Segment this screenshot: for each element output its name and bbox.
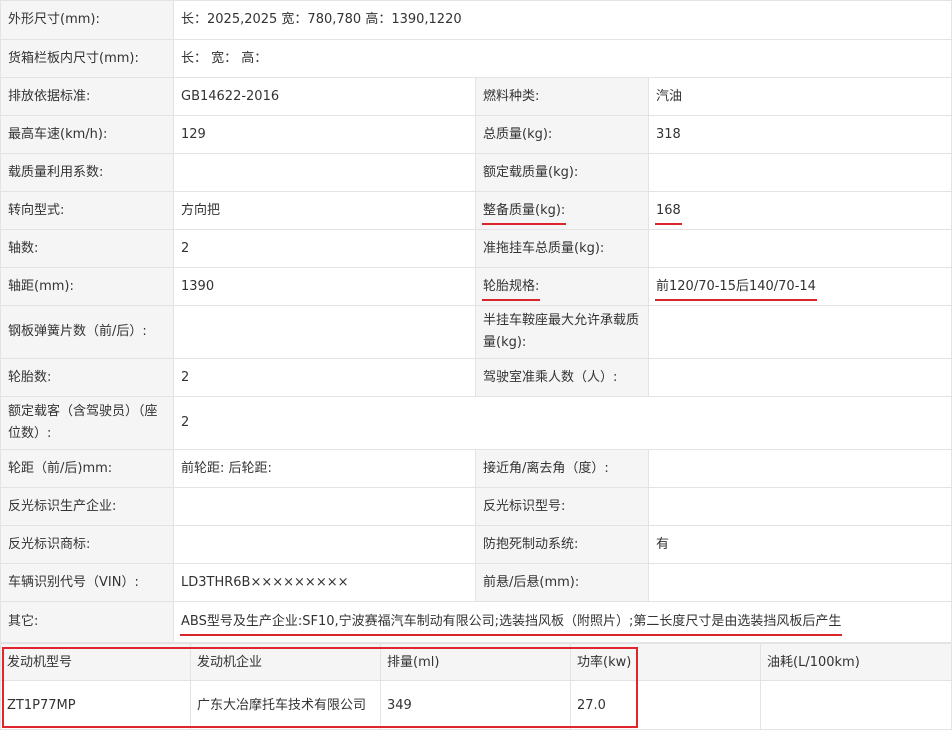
engine-header-power: 功率(kw) [570, 643, 761, 681]
label-reflector-model: 反光标识型号: [475, 487, 649, 526]
engine-header-displacement: 排量(ml) [380, 643, 571, 681]
value-cargo-box-size: 长： 宽： 高： [172, 39, 952, 78]
label-curb-mass: 整备质量(kg): [481, 200, 567, 225]
label-tire-spec: 轮胎规格: [481, 276, 541, 301]
value-max-speed: 129 [173, 115, 476, 154]
table-row: 外形尺寸(mm): 长：2025,2025 宽：780,780 高：1390,1… [0, 0, 952, 40]
label-rated-passengers: 额定载客（含驾驶员）（座位数）: [0, 396, 174, 450]
label-emission-standard: 排放依据标准: [0, 77, 174, 116]
engine-header-maker: 发动机企业 [190, 643, 381, 681]
label-rated-load: 额定载质量(kg): [475, 153, 649, 192]
value-rated-passengers: 2 [172, 396, 952, 450]
value-emission-standard: GB14622-2016 [173, 77, 476, 116]
value-tire-spec: 前120/70-15后140/70-14 [655, 276, 817, 301]
engine-power: 27.0 [570, 680, 761, 730]
label-steering-type: 转向型式: [0, 191, 174, 230]
label-track-width: 轮距（前/后)mm: [0, 449, 174, 488]
table-row: 其它: ABS型号及生产企业:SF10,宁波赛福汽车制动有限公司;选装挡风板（附… [0, 601, 952, 643]
label-cab-occupants: 驾驶室准乘人数（人）: [475, 358, 649, 397]
value-cab-occupants [647, 358, 952, 397]
label-tire-count: 轮胎数: [0, 358, 174, 397]
value-wheelbase: 1390 [173, 267, 476, 306]
table-row: 轮胎数: 2 驾驶室准乘人数（人）: [0, 358, 952, 397]
value-leaf-springs [173, 305, 476, 359]
label-fuel-type: 燃料种类: [475, 77, 649, 116]
label-vin: 车辆识别代号（VIN）: [0, 563, 174, 602]
table-row: 轴数: 2 准拖挂车总质量(kg): [0, 229, 952, 268]
value-reflector-brand [173, 525, 476, 564]
label-reflector-brand: 反光标识商标: [0, 525, 174, 564]
label-overhang: 前悬/后悬(mm): [475, 563, 649, 602]
value-steering-type: 方向把 [173, 191, 476, 230]
table-row: 转向型式: 方向把 整备质量(kg): 168 [0, 191, 952, 230]
table-row: 最高车速(km/h): 129 总质量(kg): 318 [0, 115, 952, 154]
label-approach-departure-angle: 接近角/离去角（度）: [475, 449, 649, 488]
label-leaf-springs: 钢板弹簧片数（前/后）: [0, 305, 174, 359]
table-row: 反光标识商标: 防抱死制动系统: 有 [0, 525, 952, 564]
table-row: 货箱栏板内尺寸(mm): 长： 宽： 高： [0, 39, 952, 78]
table-row: 轮距（前/后)mm: 前轮距: 后轮距: 接近角/离去角（度）: [0, 449, 952, 488]
label-fifth-wheel-load: 半挂车鞍座最大允许承载质量(kg): [475, 305, 649, 359]
engine-header-fuel-consumption: 油耗(L/100km) [760, 643, 952, 681]
table-row: 车辆识别代号（VIN）: LD3THR6B××××××××× 前悬/后悬(mm)… [0, 563, 952, 602]
label-other: 其它: [0, 601, 174, 643]
engine-model: ZT1P77MP [0, 680, 191, 730]
value-trailer-mass [647, 229, 952, 268]
engine-header-model: 发动机型号 [0, 643, 191, 681]
value-vin: LD3THR6B××××××××× [173, 563, 476, 602]
label-max-speed: 最高车速(km/h): [0, 115, 174, 154]
table-row: 排放依据标准: GB14622-2016 燃料种类: 汽油 [0, 77, 952, 116]
vehicle-spec-table: 外形尺寸(mm): 长：2025,2025 宽：780,780 高：1390,1… [0, 0, 952, 643]
engine-table: 发动机型号 发动机企业 排量(ml) 功率(kw) 油耗(L/100km) ZT… [0, 643, 952, 730]
value-fifth-wheel-load [647, 305, 952, 359]
table-row: 钢板弹簧片数（前/后）: 半挂车鞍座最大允许承载质量(kg): [0, 305, 952, 359]
label-cargo-box-size: 货箱栏板内尺寸(mm): [0, 39, 174, 78]
label-axles: 轴数: [0, 229, 174, 268]
table-row: 发动机型号 发动机企业 排量(ml) 功率(kw) 油耗(L/100km) [0, 643, 952, 681]
label-total-mass: 总质量(kg): [475, 115, 649, 154]
value-rated-load [647, 153, 952, 192]
engine-fuel-consumption [760, 680, 952, 730]
value-curb-mass: 168 [655, 200, 682, 225]
table-row: 额定载客（含驾驶员）（座位数）: 2 [0, 396, 952, 450]
value-axles: 2 [173, 229, 476, 268]
value-abs: 有 [647, 525, 952, 564]
engine-displacement: 349 [380, 680, 571, 730]
value-approach-departure-angle [647, 449, 952, 488]
value-overhang [647, 563, 952, 602]
value-fuel-type: 汽油 [647, 77, 952, 116]
value-dimensions: 长：2025,2025 宽：780,780 高：1390,1220 [172, 0, 952, 40]
value-load-factor [173, 153, 476, 192]
value-reflector-model [647, 487, 952, 526]
value-other: ABS型号及生产企业:SF10,宁波赛福汽车制动有限公司;选装挡风板（附照片）;… [179, 611, 843, 636]
value-total-mass: 318 [647, 115, 952, 154]
value-tire-count: 2 [173, 358, 476, 397]
table-row: 反光标识生产企业: 反光标识型号: [0, 487, 952, 526]
label-wheelbase: 轴距(mm): [0, 267, 174, 306]
value-reflector-maker [173, 487, 476, 526]
engine-maker: 广东大冶摩托车技术有限公司 [190, 680, 381, 730]
label-dimensions: 外形尺寸(mm): [0, 0, 174, 40]
label-trailer-mass: 准拖挂车总质量(kg): [475, 229, 649, 268]
label-reflector-maker: 反光标识生产企业: [0, 487, 174, 526]
label-abs: 防抱死制动系统: [475, 525, 649, 564]
table-row: 载质量利用系数: 额定载质量(kg): [0, 153, 952, 192]
table-row: ZT1P77MP 广东大冶摩托车技术有限公司 349 27.0 [0, 680, 952, 730]
value-track-width: 前轮距: 后轮距: [173, 449, 476, 488]
table-row: 轴距(mm): 1390 轮胎规格: 前120/70-15后140/70-14 [0, 267, 952, 306]
label-load-factor: 载质量利用系数: [0, 153, 174, 192]
